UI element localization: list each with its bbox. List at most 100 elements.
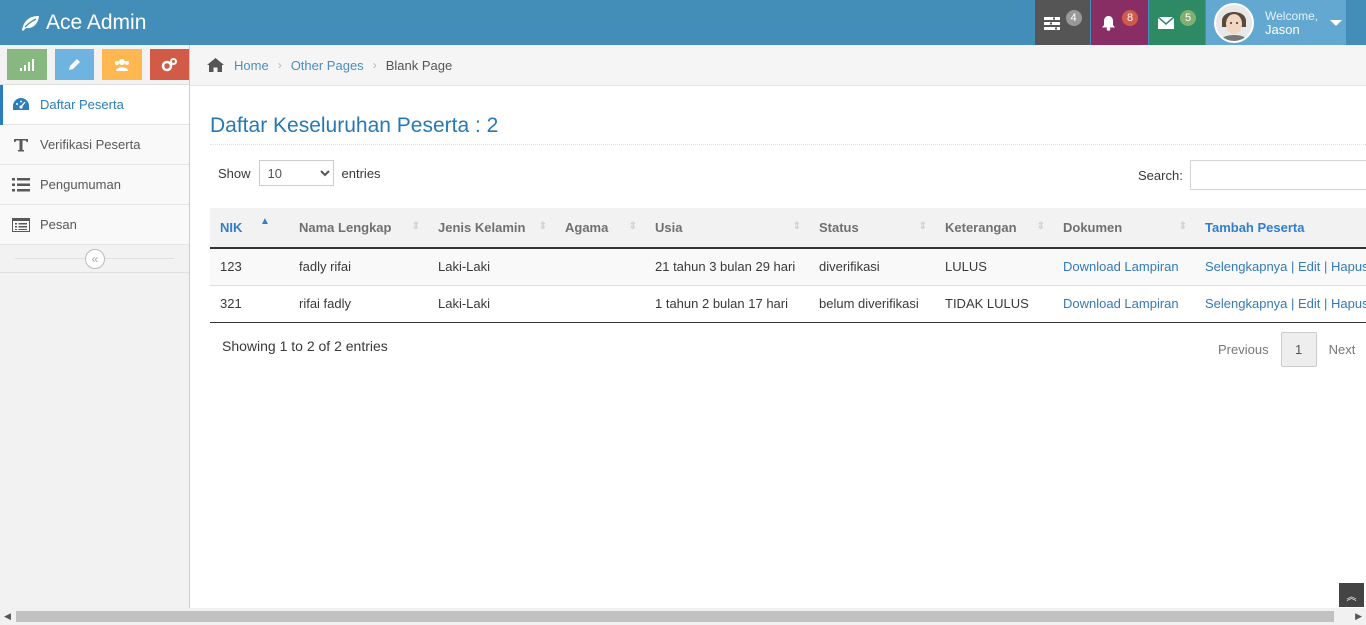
sort-icon: ⇕ [538, 221, 547, 232]
avatar [1214, 2, 1254, 43]
notifications-button[interactable]: 8 [1091, 0, 1148, 45]
dashboard-icon [13, 97, 29, 110]
table-header-row: NIK ▲ Nama Lengkap ⇕ Jenis Kelamin ⇕ Agama ⇕… [210, 208, 1366, 249]
peserta-table: NIK ▲ Nama Lengkap ⇕ Jenis Kelamin ⇕ Agama ⇕… [210, 208, 1366, 323]
sort-icon: ⇕ [792, 221, 801, 232]
breadcrumb-home-link[interactable]: Home [234, 58, 269, 73]
column-header-status[interactable]: Status ⇕ [809, 208, 935, 249]
page-size-select[interactable]: 10 [258, 160, 334, 186]
home-icon [207, 58, 224, 72]
sidebar-item-label: Daftar Peserta [40, 97, 124, 112]
search-label: Search: [1138, 167, 1183, 183]
shortcut-users-button[interactable] [102, 49, 142, 80]
user-menu[interactable]: Welcome, Jason [1206, 0, 1346, 45]
table-info: Showing 1 to 2 of 2 entries [222, 338, 388, 354]
shortcut-stats-button[interactable] [7, 49, 47, 80]
download-lampiran-link[interactable]: Download Lampiran [1063, 259, 1179, 274]
sort-icon: ⇕ [1036, 221, 1045, 232]
entries-label: entries [341, 165, 381, 181]
scrollbar-thumb[interactable] [16, 611, 1334, 622]
envelope-icon [1158, 16, 1174, 29]
scroll-left-arrow-icon[interactable]: ◀ [4, 611, 11, 622]
brand-name: Ace Admin [46, 10, 147, 34]
horizontal-scrollbar[interactable]: ◀ ▶ [0, 608, 1366, 625]
cell-dokumen: Download Lampiran [1053, 285, 1195, 323]
search-control: Search: [1138, 160, 1366, 190]
search-input[interactable] [1189, 160, 1366, 190]
row-actions-link[interactable]: Selengkapnya | Edit | Hapus [1205, 259, 1366, 274]
pagination: Previous 1 Next [1206, 332, 1366, 367]
cell-aksi: Selengkapnya | Edit | Hapus [1195, 285, 1366, 323]
sidebar-item-label: Pengumuman [40, 177, 121, 192]
sidebar-item-label: Verifikasi Peserta [40, 137, 141, 152]
cell-nama: fadly rifai [289, 248, 428, 286]
breadcrumb-other-pages-link[interactable]: Other Pages [291, 58, 364, 73]
cell-agama [555, 285, 645, 323]
cell-status: diverifikasi [809, 248, 935, 286]
sidebar-shortcuts [0, 45, 189, 85]
tambah-peserta-link[interactable]: Tambah Peserta [1195, 208, 1366, 249]
column-header-agama[interactable]: Agama ⇕ [555, 208, 645, 249]
page-1-button[interactable]: 1 [1280, 332, 1317, 367]
sidebar-item-pesan[interactable]: Pesan [0, 205, 189, 245]
row-actions-link[interactable]: Selengkapnya | Edit | Hapus [1205, 296, 1366, 311]
chevron-right-icon: › [372, 58, 377, 72]
scroll-right-arrow-icon[interactable]: ▶ [1355, 611, 1362, 622]
column-header-nama[interactable]: Nama Lengkap ⇕ [289, 208, 428, 249]
table-row: 321 rifai fadly Laki-Laki 1 tahun 2 bula… [210, 285, 1366, 323]
previous-page-button[interactable]: Previous [1206, 332, 1281, 367]
cell-keterangan: TIDAK LULUS [935, 285, 1053, 323]
sort-asc-icon: ▲ [260, 216, 270, 227]
sidebar-collapse-bar: « [0, 245, 189, 273]
table-row: 123 fadly rifai Laki-Laki 21 tahun 3 bul… [210, 248, 1366, 286]
shortcut-settings-button[interactable] [149, 49, 189, 80]
sort-icon: ⇕ [1178, 221, 1187, 232]
sidebar-item-verifikasi-peserta[interactable]: Verifikasi Peserta [0, 125, 189, 165]
cell-dokumen: Download Lampiran [1053, 248, 1195, 286]
sort-icon: ⇕ [628, 221, 637, 232]
tasks-button[interactable]: 4 [1035, 0, 1090, 45]
download-lampiran-link[interactable]: Download Lampiran [1063, 296, 1179, 311]
breadcrumb-current: Blank Page [385, 57, 453, 73]
list-alt-icon [12, 217, 30, 232]
chevron-right-icon: › [277, 58, 282, 72]
sort-icon: ⇕ [411, 221, 420, 232]
shortcut-edit-button[interactable] [54, 49, 94, 80]
double-chevron-up-icon: ︽ [1346, 591, 1357, 603]
leaf-icon [22, 15, 39, 31]
messages-button[interactable]: 5 [1149, 0, 1205, 45]
tasks-icon [1043, 16, 1060, 30]
list-icon [12, 177, 30, 191]
column-header-dokumen[interactable]: Dokumen ⇕ [1053, 208, 1195, 249]
breadcrumb: Home › Other Pages › Blank Page [190, 45, 1366, 86]
length-control: Show 10 entries [218, 160, 381, 186]
cell-jenis-kelamin: Laki-Laki [428, 285, 555, 323]
next-page-button[interactable]: Next [1317, 332, 1366, 367]
caret-down-icon [1330, 19, 1343, 26]
bell-icon [1102, 15, 1115, 31]
user-name: Jason [1265, 21, 1300, 37]
signal-icon [19, 58, 34, 71]
sidebar: Daftar Peserta Verifikasi Peserta Pengum… [0, 45, 190, 608]
scroll-to-top-button[interactable]: ︽ [1339, 583, 1364, 607]
tasks-count-badge: 4 [1065, 9, 1082, 26]
cell-usia: 1 tahun 2 bulan 17 hari [645, 285, 809, 323]
cell-aksi: Selengkapnya | Edit | Hapus [1195, 248, 1366, 286]
brand-link[interactable]: Ace Admin [20, 0, 146, 45]
cell-status: belum diverifikasi [809, 285, 935, 323]
sidebar-nav: Daftar Peserta Verifikasi Peserta Pengum… [0, 85, 189, 245]
sidebar-item-pengumuman[interactable]: Pengumuman [0, 165, 189, 205]
sidebar-collapse-button[interactable]: « [85, 249, 105, 269]
cogs-icon [162, 57, 178, 71]
show-label: Show [218, 165, 251, 181]
column-header-usia[interactable]: Usia ⇕ [645, 208, 809, 249]
notifications-count-badge: 8 [1122, 9, 1138, 26]
column-header-keterangan[interactable]: Keterangan ⇕ [935, 208, 1053, 249]
cell-nik: 321 [210, 285, 289, 323]
sidebar-item-daftar-peserta[interactable]: Daftar Peserta [0, 85, 189, 125]
column-header-jenis-kelamin[interactable]: Jenis Kelamin ⇕ [428, 208, 555, 249]
cell-nik: 123 [210, 248, 289, 286]
column-header-nik[interactable]: NIK ▲ [210, 208, 289, 249]
cell-keterangan: LULUS [935, 248, 1053, 286]
top-navbar: Ace Admin 4 8 5 Welcome, Jason [0, 0, 1366, 45]
